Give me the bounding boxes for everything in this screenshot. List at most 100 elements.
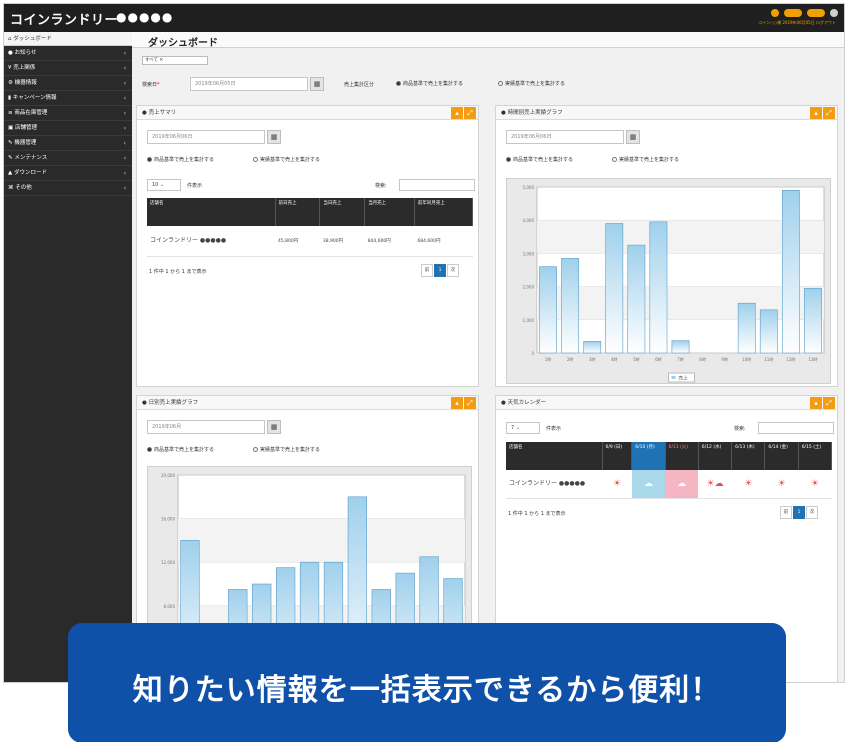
chevron-left-icon: ‹ bbox=[123, 155, 126, 162]
expand-icon[interactable]: ⤢ bbox=[464, 397, 476, 409]
hourly-date-input[interactable]: 2019年06月06日 bbox=[506, 130, 624, 144]
user-icon[interactable] bbox=[830, 9, 838, 17]
bar[interactable] bbox=[605, 223, 624, 354]
calendar-icon[interactable]: ▦ bbox=[310, 77, 324, 91]
chevron-left-icon: ‹ bbox=[123, 125, 126, 132]
daily-date-input[interactable]: 2019年06月 bbox=[147, 420, 265, 434]
calendar-icon[interactable]: ▦ bbox=[267, 420, 281, 434]
sidebar-item-other[interactable]: ⌘ その他 ‹ bbox=[4, 181, 132, 196]
radio-actual-basis[interactable]: 実績基準で売上を集計する bbox=[612, 156, 679, 163]
filter-tag[interactable]: すべて ✕ bbox=[142, 56, 208, 65]
sidebar-item-maintenance[interactable]: ✎ メンテナンス ‹ bbox=[4, 151, 132, 166]
search-input[interactable] bbox=[399, 179, 475, 191]
collapse-icon[interactable]: ▴ bbox=[451, 107, 463, 119]
x-tick-label: 5時 bbox=[633, 356, 640, 362]
y-tick-label: 16,000 bbox=[161, 517, 175, 522]
bar[interactable] bbox=[781, 190, 800, 354]
bar[interactable] bbox=[737, 302, 756, 354]
radio-product-basis[interactable]: 商品基準で売上を集計する bbox=[396, 80, 463, 87]
x-tick-label: 1時 bbox=[545, 356, 552, 362]
y-tick-label: 0 bbox=[531, 351, 534, 356]
sunny-icon: ☀ bbox=[764, 470, 799, 499]
sidebar-item-dashboard[interactable]: ⌂ ダッシュボード bbox=[4, 32, 132, 46]
panel-title: ● 天気カレンダー bbox=[501, 400, 547, 406]
column-header[interactable]: 6/12 (水) bbox=[698, 442, 733, 470]
x-tick-label: 3時 bbox=[589, 356, 596, 362]
expand-icon[interactable]: ⤢ bbox=[823, 397, 835, 409]
chevron-left-icon: ‹ bbox=[123, 140, 126, 147]
radio-product-basis[interactable]: 商品基準で売上を集計する bbox=[506, 156, 573, 163]
prev-page-button[interactable]: 前 bbox=[780, 506, 792, 519]
expand-icon[interactable]: ⤢ bbox=[464, 107, 476, 119]
column-header[interactable]: 6/11 (火) bbox=[665, 442, 699, 470]
page-1-button[interactable]: 1 bbox=[434, 264, 446, 277]
radio-actual-basis[interactable]: 実績基準で売上を集計する bbox=[498, 80, 565, 87]
bar[interactable] bbox=[539, 266, 557, 354]
next-page-button[interactable]: 次 bbox=[806, 506, 818, 519]
page-size-select[interactable]: 10 ⌄ bbox=[147, 179, 181, 191]
radio-actual-basis[interactable]: 実績基準で売上を集計する bbox=[253, 156, 320, 163]
prev-page-button[interactable]: 前 bbox=[421, 264, 433, 277]
calendar-icon[interactable]: ▦ bbox=[626, 130, 640, 144]
x-tick-label: 2時 bbox=[567, 356, 574, 362]
column-header[interactable]: 6/15 (土) bbox=[798, 442, 833, 470]
panel-header: ● 天気カレンダー ▴ ⤢ bbox=[496, 396, 837, 410]
date-input[interactable]: 2019年06月05日 bbox=[190, 77, 308, 91]
sidebar-item-stores[interactable]: ▣ 店舗管理 ‹ bbox=[4, 121, 132, 136]
column-header[interactable]: 当月売上 bbox=[364, 198, 415, 226]
collapse-icon[interactable]: ▴ bbox=[810, 397, 822, 409]
radio-product-basis[interactable]: 商品基準で売上を集計する bbox=[147, 446, 214, 453]
bar[interactable] bbox=[561, 258, 580, 354]
weather-table: 店舗名 6/9 (日) 6/10 (月) 6/11 (火) 6/12 (水) 6… bbox=[506, 442, 833, 499]
sidebar-item-news[interactable]: ● お知らせ ‹ bbox=[4, 46, 132, 61]
pagination: 前 1 次 bbox=[421, 264, 459, 277]
bar[interactable] bbox=[671, 340, 690, 354]
radio-product-basis[interactable]: 商品基準で売上を集計する bbox=[147, 156, 214, 163]
column-header[interactable]: 店舗名 bbox=[506, 442, 603, 470]
column-header[interactable]: 前年同月売上 bbox=[414, 198, 474, 226]
column-header[interactable]: 6/14 (金) bbox=[764, 442, 799, 470]
chevron-left-icon: ‹ bbox=[123, 185, 126, 192]
bar[interactable] bbox=[649, 221, 668, 354]
page-header: ダッシュボード bbox=[132, 32, 844, 49]
collapse-icon[interactable]: ▴ bbox=[810, 107, 822, 119]
expand-icon[interactable]: ⤢ bbox=[823, 107, 835, 119]
column-header[interactable]: 当日売上 bbox=[319, 198, 366, 226]
alert-icon[interactable] bbox=[771, 9, 779, 17]
chevron-left-icon: ‹ bbox=[123, 65, 126, 72]
column-header[interactable]: 店舗名 bbox=[147, 198, 276, 226]
bar[interactable] bbox=[759, 309, 778, 354]
sidebar-item-equipment[interactable]: ✎ 機器管理 ‹ bbox=[4, 136, 132, 151]
x-tick-label: 9時 bbox=[721, 356, 728, 362]
x-tick-label: 12時 bbox=[786, 356, 795, 362]
column-header[interactable]: 6/13 (木) bbox=[731, 442, 766, 470]
bar[interactable] bbox=[583, 341, 602, 354]
panel-header: ● 時間別売上実績グラフ ▴ ⤢ bbox=[496, 106, 837, 120]
sidebar-item-campaign[interactable]: ▮ キャンペーン情報 ‹ bbox=[4, 91, 132, 106]
notification-icon[interactable] bbox=[784, 9, 802, 17]
column-header[interactable]: 前日売上 bbox=[275, 198, 321, 226]
collapse-icon[interactable]: ▴ bbox=[451, 397, 463, 409]
sidebar-item-label: 機器管理 bbox=[14, 140, 37, 146]
page-1-button[interactable]: 1 bbox=[793, 506, 805, 519]
sidebar-item-stock[interactable]: ≡ 商品在庫管理 ‹ bbox=[4, 106, 132, 121]
column-header[interactable]: 6/9 (日) bbox=[602, 442, 633, 470]
calendar-icon[interactable]: ▦ bbox=[267, 130, 281, 144]
page-size-select[interactable]: 7 ⌄ bbox=[506, 422, 540, 434]
bar[interactable] bbox=[627, 244, 646, 354]
sidebar-item-machines[interactable]: ⚙ 機器情報 ‹ bbox=[4, 76, 132, 91]
search-label: 検索: bbox=[375, 183, 387, 189]
table-cell: 38,900円 bbox=[319, 226, 365, 257]
panel-sales-summary: ● 売上サマリ ▴ ⤢ 2019年06月06日 ▦ 商品基準で売上を集計する 実… bbox=[136, 105, 479, 387]
sidebar-item-download[interactable]: ▲ ダウンロード ‹ bbox=[4, 166, 132, 181]
table-info: 1 件中 1 から 1 まで表示 bbox=[149, 269, 207, 275]
radio-actual-basis[interactable]: 実績基準で売上を集計する bbox=[253, 446, 320, 453]
search-input[interactable] bbox=[758, 422, 834, 434]
x-tick-label: 4時 bbox=[611, 356, 618, 362]
message-icon[interactable] bbox=[807, 9, 825, 17]
next-page-button[interactable]: 次 bbox=[447, 264, 459, 277]
bar[interactable] bbox=[804, 287, 822, 354]
sales-date-input[interactable]: 2019年06月06日 bbox=[147, 130, 265, 144]
sidebar-item-sales[interactable]: ¥ 売上関係 ‹ bbox=[4, 61, 132, 76]
column-header[interactable]: 6/10 (月) bbox=[631, 442, 666, 470]
